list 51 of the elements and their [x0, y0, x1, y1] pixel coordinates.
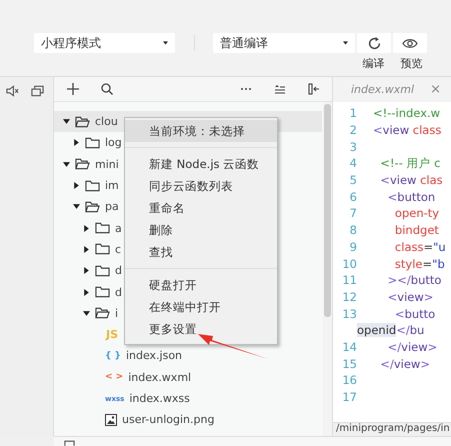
- line-number: 7: [348, 206, 358, 220]
- code-line: <butto: [394, 306, 436, 321]
- code-line: <!-- 用户 c: [379, 156, 440, 170]
- line-number: 15: [341, 356, 358, 371]
- code-line: ></butto: [386, 273, 442, 288]
- code-line: <view>: [386, 290, 434, 304]
- file-name: log: [105, 136, 122, 150]
- file-name: mini: [95, 158, 119, 171]
- line-number: 2: [348, 123, 358, 138]
- line-number: 11: [341, 273, 358, 288]
- file-name: a: [115, 222, 122, 235]
- button-label: 编译: [362, 56, 386, 71]
- code-line: open-ty: [394, 206, 440, 220]
- file-name: user-unlogin.png: [122, 413, 214, 426]
- code-line: bindget: [394, 223, 439, 238]
- file-name: c: [115, 242, 122, 256]
- code-line: </view>: [379, 356, 430, 371]
- line-number: 1: [348, 106, 358, 120]
- file-name: index.wxml: [128, 370, 192, 384]
- line-number: 16: [341, 373, 358, 388]
- code-line: style="b: [394, 256, 445, 271]
- file-name: index.json: [126, 349, 182, 362]
- line-number: 14: [341, 340, 358, 354]
- code-file-icon: < >: [105, 372, 124, 382]
- file-name: d: [115, 286, 122, 299]
- file-name: im: [105, 179, 119, 192]
- line-number: 3: [348, 140, 358, 154]
- line-number: 5: [348, 173, 358, 188]
- line-number: 4: [348, 156, 358, 170]
- line-number: 12: [341, 290, 358, 304]
- code-line: class="u: [394, 240, 446, 254]
- code-line: <view class: [373, 123, 442, 138]
- code-line: </view>: [386, 340, 438, 354]
- line-number: 13: [341, 306, 358, 321]
- button-label: 预览: [400, 56, 424, 71]
- line-number: 17: [341, 390, 358, 404]
- code-line: <button: [386, 190, 436, 204]
- file-name: pa: [105, 200, 119, 214]
- code-line: <!--index.w: [373, 106, 440, 120]
- line-number: 8: [348, 223, 358, 238]
- line-number: 10: [341, 256, 358, 271]
- line-number: 9: [348, 240, 358, 254]
- json-file-icon: { }: [105, 350, 121, 361]
- file-name: index.wxss: [129, 392, 190, 405]
- file-name: d: [115, 264, 122, 278]
- file-name: clou: [95, 115, 118, 128]
- file-name: i: [115, 306, 118, 320]
- code-line: openid</bu: [357, 323, 424, 338]
- code-line: <view clas: [379, 173, 443, 188]
- line-number: 6: [348, 190, 358, 204]
- file-path: /miniprogram/pages/in: [333, 422, 451, 436]
